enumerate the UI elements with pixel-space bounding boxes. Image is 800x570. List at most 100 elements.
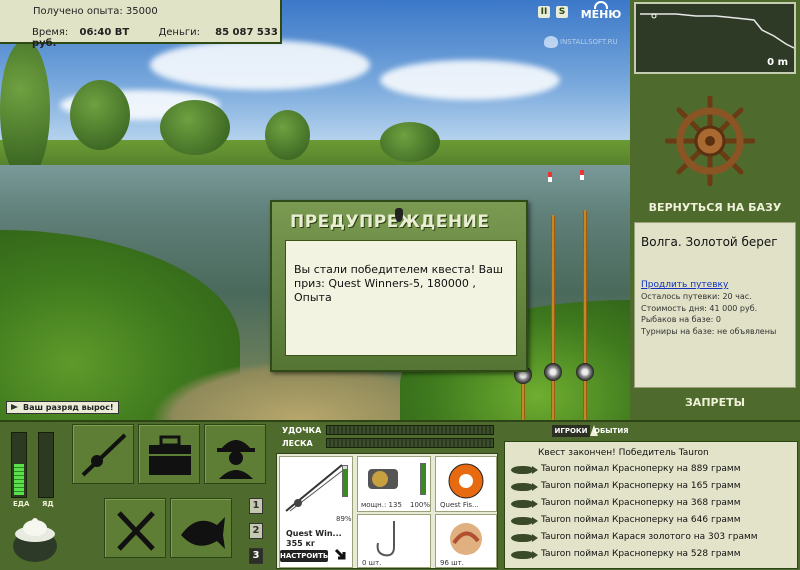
return-to-base-button[interactable]: ВЕРНУТЬСЯ НА БАЗУ	[634, 201, 796, 217]
event-text: Tauron поймал Красноперку на 368 грамм	[541, 498, 741, 508]
food-gauge-fill	[14, 464, 24, 495]
list-item: Tauron поймал Карася золотого на 303 гра…	[505, 530, 797, 546]
bans-button[interactable]: ЗАПРЕТЫ	[634, 396, 796, 412]
time-label: Время:	[32, 27, 69, 38]
tree	[0, 40, 50, 180]
money-value: 85 087 533 руб.	[32, 27, 278, 49]
butterfly-logo-icon	[544, 36, 558, 48]
reel-slot[interactable]: мощн.: 135 100%	[357, 456, 431, 512]
events-headline: Квест закончен! Победитель Tauron	[538, 448, 709, 458]
rod-icon	[285, 464, 343, 512]
reel-percent: 100%	[410, 501, 431, 509]
dialog-title: ПРЕДУПРЕЖДЕНИЕ	[290, 212, 490, 232]
depth-minimap[interactable]: 0 m	[634, 2, 796, 74]
reel-icon	[576, 363, 594, 381]
fish-cage-button[interactable]	[170, 498, 232, 558]
fork-knife-icon	[117, 511, 155, 551]
experience-row: Получено опыта: 35000	[33, 6, 158, 17]
setup-tackle-button[interactable]: НАСТРОИТЬ	[280, 550, 328, 562]
cooking-pot-icon[interactable]	[10, 516, 60, 564]
watermark: INSTALLSOFT.RU	[544, 36, 618, 48]
hook-slot[interactable]: 0 шт.	[357, 514, 431, 568]
bait-slot[interactable]: 96 шт.	[435, 514, 497, 568]
event-text: Tauron поймал Карася золотого на 303 гра…	[541, 532, 758, 542]
event-text: Tauron поймал Красноперку на 889 грамм	[541, 464, 741, 474]
rod-slot-2-button[interactable]: 2	[249, 523, 263, 539]
fish-icon	[511, 500, 538, 508]
hook-icon	[376, 521, 395, 557]
rank-up-toast[interactable]: Ваш разряд вырос!	[6, 401, 119, 414]
list-item: Tauron поймал Красноперку на 889 грамм	[505, 462, 797, 478]
pause-button[interactable]: II	[538, 6, 550, 18]
bait-icon	[450, 523, 482, 555]
rod-slot-1-button[interactable]: 1	[249, 498, 263, 514]
experience-label: Получено опыта:	[33, 6, 123, 17]
stat-tournaments: Турниры на базе: не объявлены	[641, 326, 777, 336]
ship-wheel-icon[interactable]	[665, 96, 755, 186]
stat-fishers-on-base: Рыбаков на базе: 0	[641, 315, 721, 324]
list-item: Tauron поймал Красноперку на 528 грамм	[505, 547, 797, 563]
hook-count: 0 шт.	[362, 559, 382, 567]
fishing-rod-1[interactable]	[551, 215, 555, 420]
rod-percent: 89%	[336, 515, 352, 523]
time-money-row: Время: 06:40 ВТ Деньги: 85 087 533 руб.	[32, 27, 280, 49]
menu-label: МЕНЮ	[580, 8, 622, 21]
fish-icon	[511, 534, 538, 542]
cloud	[380, 60, 560, 100]
event-text: Tauron поймал Красноперку на 646 грамм	[541, 515, 741, 525]
fish-icon	[511, 517, 538, 525]
event-text: Tauron поймал Красноперку на 165 грамм	[541, 481, 741, 491]
time-value: 06:40 ВТ	[79, 27, 130, 38]
food-label: ЕДА	[13, 500, 30, 508]
money-label: Деньги:	[158, 27, 200, 38]
location-panel: Волга. Золотой берег Продлить путевку Ос…	[634, 222, 796, 388]
tree	[380, 122, 440, 162]
line-slot[interactable]: Quest Fis...	[435, 456, 497, 512]
event-text: Tauron поймал Красноперку на 528 грамм	[541, 549, 741, 559]
sound-button[interactable]: S	[556, 6, 568, 18]
line-name: Quest Fis...	[440, 501, 479, 509]
food-button[interactable]	[104, 498, 166, 558]
pin-icon	[395, 208, 403, 222]
food-gauge	[11, 432, 27, 498]
tree	[160, 100, 230, 155]
tab-players[interactable]: ИГРОКИ	[552, 425, 590, 437]
line-tension-bar	[326, 438, 494, 448]
line-label: ЛЕСКА	[282, 439, 313, 448]
tab-events[interactable]: ОБЫТИЯ	[594, 425, 640, 437]
events-feed[interactable]: Квест закончен! Победитель Tauron Tauron…	[504, 441, 798, 569]
poison-gauge	[38, 432, 54, 498]
extend-trip-link[interactable]: Продлить путевку	[641, 280, 728, 290]
warning-dialog[interactable]: ПРЕДУПРЕЖДЕНИЕ Вы стали победителем квес…	[270, 200, 528, 372]
tree	[70, 80, 130, 150]
fish-icon	[511, 551, 538, 559]
rod-label: УДОЧКА	[282, 426, 322, 435]
stat-day-cost: Стоимость дня: 41 000 руб.	[641, 303, 758, 313]
fishing-line-spool-icon	[448, 463, 484, 499]
tackle-box-button[interactable]	[138, 424, 200, 484]
float-icon[interactable]	[548, 172, 552, 182]
fisherman-profile-button[interactable]	[204, 424, 266, 484]
experience-value: 35000	[125, 6, 158, 17]
tree	[265, 110, 310, 160]
float-icon[interactable]	[580, 170, 584, 180]
rod-slot-3-button[interactable]: 3	[249, 548, 263, 564]
fisherman-icon	[217, 440, 255, 479]
player-info-panel: Получено опыта: 35000 Время: 06:40 ВТ Де…	[0, 0, 282, 49]
menu-button[interactable]: МЕНЮ	[578, 1, 624, 23]
location-stats: Осталось путевки: 20 час. Стоимость дня:…	[641, 291, 776, 337]
rod-weight: 355 кг	[286, 539, 316, 548]
tackle-shop-button[interactable]	[72, 424, 134, 484]
location-name: Волга. Золотой берег	[641, 235, 778, 249]
gear-icon	[594, 1, 608, 9]
rod-tension-bar	[326, 425, 494, 435]
reel-power: мощн.: 135	[361, 501, 402, 509]
stat-trip-remaining: Осталось путевки: 20 час.	[641, 292, 752, 301]
dialog-message: Вы стали победителем квеста! Ваш приз: Q…	[285, 240, 517, 356]
rod-wear-bar	[342, 465, 348, 497]
fishing-rod-2[interactable]	[583, 210, 587, 420]
fish-icon	[181, 517, 225, 549]
reel-wear-bar	[420, 463, 426, 495]
list-item: Tauron поймал Красноперку на 646 грамм	[505, 513, 797, 529]
list-item: Tauron поймал Красноперку на 165 грамм	[505, 479, 797, 495]
